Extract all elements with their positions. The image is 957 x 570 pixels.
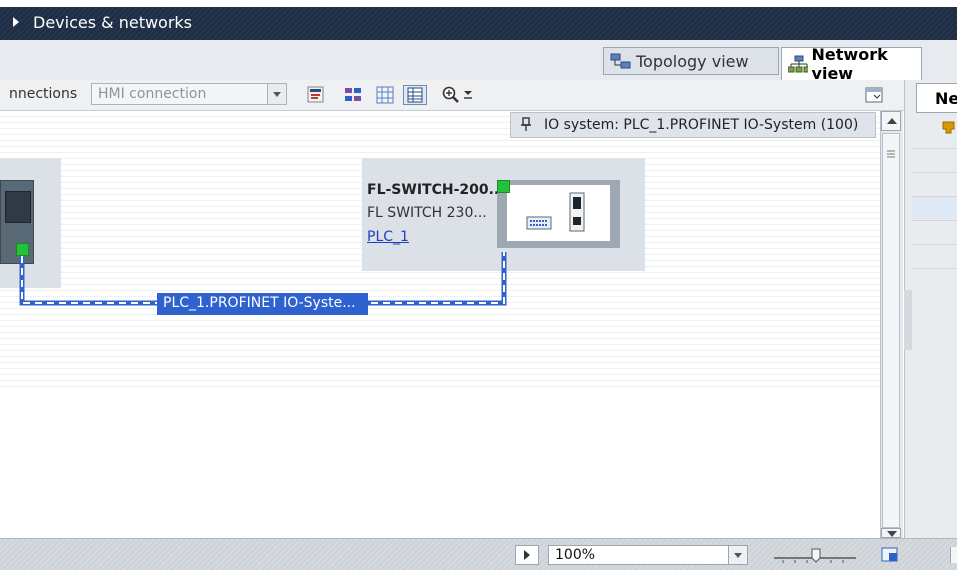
zoom-slider[interactable]	[771, 546, 861, 570]
table-row[interactable]	[912, 172, 957, 195]
vertical-scrollbar[interactable]	[880, 111, 903, 538]
profinet-network-line[interactable]	[0, 0, 880, 540]
table-row[interactable]	[912, 268, 957, 291]
io-system-banner[interactable]: IO system: PLC_1.PROFINET IO-System (100…	[510, 112, 876, 138]
tab-network-overview[interactable]: Ne	[916, 83, 957, 113]
zoom-dropdown-button[interactable]	[728, 546, 747, 564]
table-row[interactable]	[912, 148, 957, 171]
table-row[interactable]	[912, 196, 957, 219]
pin-icon[interactable]	[521, 117, 531, 135]
scroll-thumb[interactable]	[882, 133, 900, 528]
zoom-level-value: 100%	[555, 547, 596, 563]
scroll-down-button[interactable]	[881, 528, 901, 538]
table-row[interactable]	[912, 244, 957, 267]
io-system-text: IO system: PLC_1.PROFINET IO-System (100…	[544, 117, 859, 133]
chevron-down-icon	[734, 553, 742, 558]
ethernet-port-icon	[940, 120, 957, 144]
zoom-toggle-button[interactable]	[515, 545, 539, 565]
chevron-up-icon	[887, 118, 897, 124]
panel-splitter-handle[interactable]	[904, 290, 912, 350]
scroll-up-button[interactable]	[881, 111, 901, 131]
chevron-down-icon	[887, 531, 897, 537]
table-row[interactable]	[912, 220, 957, 243]
navigation-icon[interactable]	[880, 546, 900, 568]
network-label[interactable]: PLC_1.PROFINET IO-Syste...	[157, 293, 368, 315]
panel-scroll-left-button[interactable]	[950, 547, 957, 563]
zoom-level-select[interactable]: 100%	[548, 545, 748, 565]
